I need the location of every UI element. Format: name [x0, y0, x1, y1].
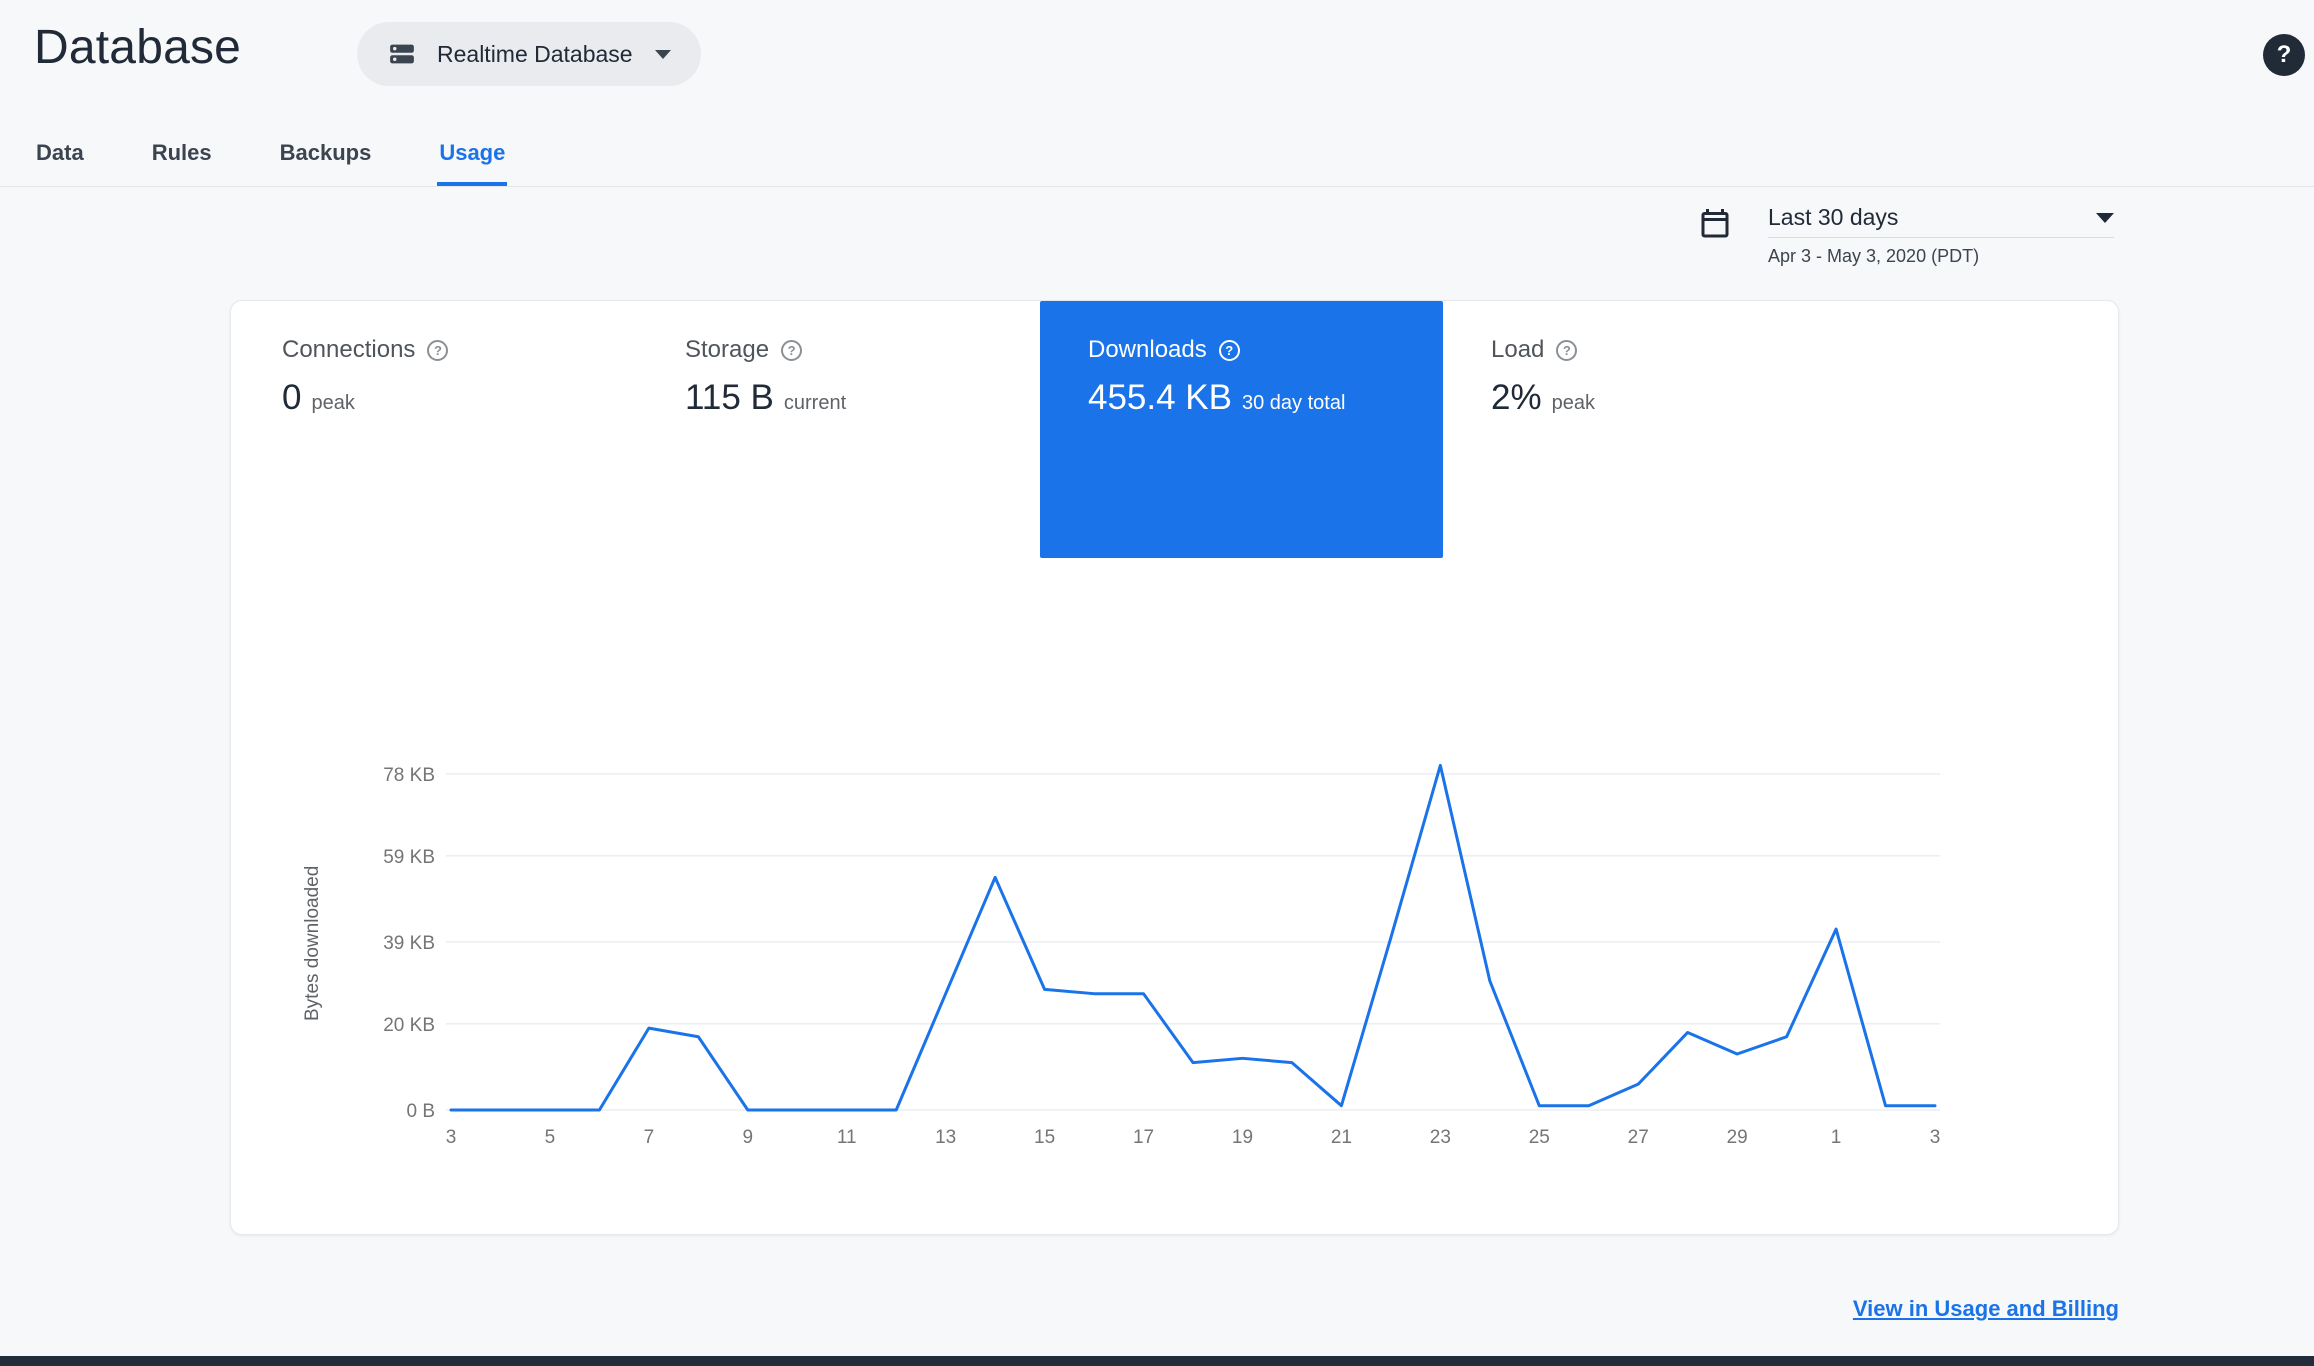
y-tick-label: 0 B	[406, 1101, 435, 1122]
tab-backups[interactable]: Backups	[278, 138, 374, 186]
metric-unit: 30 day total	[1242, 392, 1346, 414]
metric-label: Downloads	[1088, 336, 1207, 363]
usage-chart-svg: 78 KB59 KB39 KB20 KB0 B3 5 7 9 11 13 15 17 19 21 2…	[383, 763, 1941, 1148]
help-icon: ?	[2276, 41, 2292, 68]
x-tick-label: 21	[1331, 1127, 1352, 1148]
x-tick-label: 29	[1727, 1127, 1748, 1148]
database-icon	[387, 39, 417, 69]
help-circle-icon[interactable]: ?	[1218, 339, 1240, 361]
page-title: Database	[34, 21, 242, 74]
metric-tile-downloads[interactable]: Downloads ? 455.4 KB 30 day total	[1040, 301, 1443, 558]
metric-unit: peak	[1551, 392, 1595, 414]
date-range-detail: Apr 3 - May 3, 2020 (PDT)	[1768, 246, 1980, 266]
metric-value: 115 B	[685, 378, 774, 417]
x-tick-label: 13	[935, 1127, 956, 1148]
metric-value: 2%	[1491, 378, 1542, 417]
x-tick-label: 3	[1930, 1127, 1941, 1148]
metric-tile-load[interactable]: Load ? 2% peak	[1443, 301, 1846, 418]
y-tick-label: 78 KB	[383, 765, 435, 786]
help-circle-icon[interactable]: ?	[781, 339, 803, 361]
database-selector-label: Realtime Database	[437, 40, 633, 67]
tab-usage[interactable]: Usage	[437, 138, 508, 186]
tab-data[interactable]: Data	[34, 138, 86, 186]
metric-unit: peak	[311, 392, 355, 414]
x-tick-label: 19	[1232, 1127, 1253, 1148]
x-tick-label: 9	[743, 1127, 754, 1148]
x-tick-label: 23	[1430, 1127, 1451, 1148]
tab-bar: Data Rules Backups Usage	[0, 130, 2314, 187]
x-tick-label: 17	[1133, 1127, 1154, 1148]
metric-tile-connections[interactable]: Connections ? 0 peak	[234, 301, 637, 418]
y-tick-label: 20 KB	[383, 1015, 435, 1036]
chevron-down-icon	[654, 49, 671, 59]
metric-value: 455.4 KB	[1088, 378, 1232, 417]
x-tick-label: 25	[1529, 1127, 1550, 1148]
usage-card: Connections ? 0 peak Storage ? 115 B cur…	[230, 300, 2119, 1235]
date-range-selected: Last 30 days	[1768, 204, 1899, 230]
y-tick-label: 39 KB	[383, 933, 435, 954]
footer-bar	[0, 1356, 2314, 1366]
dropdown-arrow-icon	[2096, 212, 2114, 223]
metric-label: Connections	[282, 336, 416, 363]
help-circle-icon[interactable]: ?	[427, 339, 449, 361]
date-range-dropdown[interactable]: Last 30 days	[1768, 198, 2114, 238]
metric-unit: current	[783, 392, 847, 414]
database-selector-dropdown[interactable]: Realtime Database	[357, 22, 701, 86]
x-tick-label: 11	[837, 1127, 857, 1148]
help-circle-icon[interactable]: ?	[1556, 339, 1578, 361]
calendar-icon	[1697, 206, 1733, 247]
x-tick-label: 15	[1034, 1127, 1055, 1148]
x-tick-label: 5	[545, 1127, 556, 1148]
x-tick-label: 27	[1628, 1127, 1649, 1148]
tab-rules[interactable]: Rules	[150, 138, 214, 186]
x-tick-label: 7	[644, 1127, 655, 1148]
x-tick-label: 1	[1831, 1127, 1842, 1148]
metric-label: Storage	[685, 336, 770, 363]
downloads-line-series	[449, 763, 1937, 1112]
x-tick-label: 3	[446, 1127, 457, 1148]
view-usage-billing-link[interactable]: View in Usage and Billing	[1853, 1296, 2119, 1322]
metric-label: Load	[1491, 336, 1545, 363]
metric-value: 0	[282, 378, 302, 417]
y-tick-label: 59 KB	[383, 847, 435, 868]
realtime-database-usage-page: Database Realtime Database ? Data Rules …	[0, 0, 2314, 1366]
help-button[interactable]: ?	[2263, 34, 2305, 76]
metric-tile-storage[interactable]: Storage ? 115 B current	[637, 301, 1040, 418]
